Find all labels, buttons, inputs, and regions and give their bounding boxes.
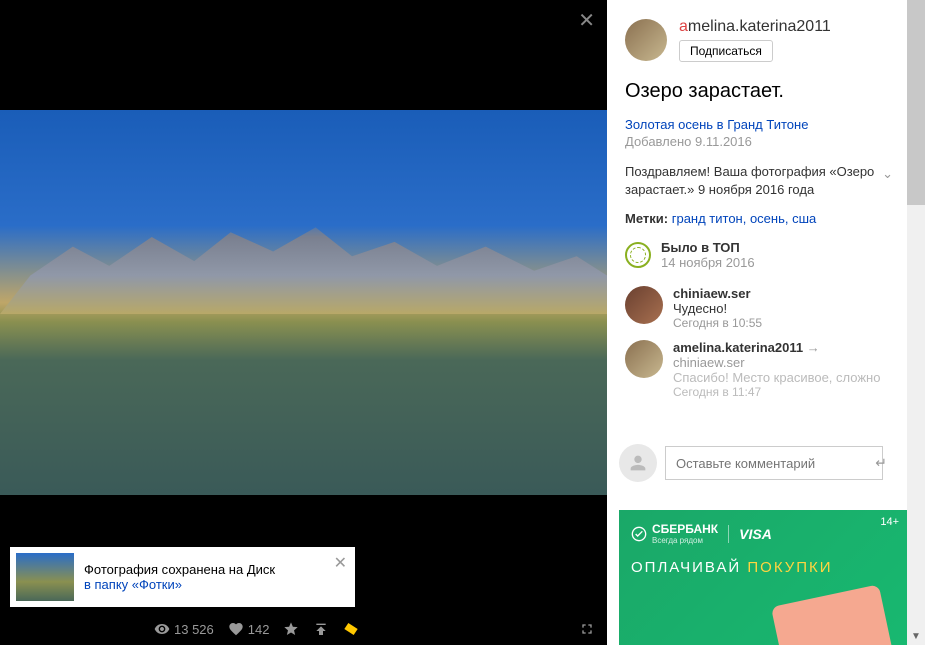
scroll-down-icon[interactable]: ▼	[907, 627, 925, 645]
comment-text: Спасибо! Место красивое, сложно	[673, 370, 880, 385]
comment-input[interactable]	[665, 446, 883, 480]
comment-time: Сегодня в 10:55	[673, 316, 762, 330]
comment-author[interactable]: chiniaew.ser	[673, 286, 762, 301]
comment-item: amelina.katerina2011 → chiniaew.ser Спас…	[625, 340, 893, 399]
tags-list[interactable]: гранд титон, осень, сша	[672, 211, 817, 226]
photo-toolbar: 13 526 142	[0, 613, 607, 645]
ad-age-label: 14+	[880, 516, 899, 528]
star-icon[interactable]	[283, 621, 299, 637]
disk-icon[interactable]	[343, 621, 359, 637]
heart-icon	[228, 621, 244, 637]
tags-row: Метки: гранд титон, осень, сша	[625, 211, 893, 226]
commenter-avatar[interactable]	[625, 340, 663, 378]
badge-date: 14 ноября 2016	[661, 255, 755, 270]
notification-thumbnail	[16, 553, 74, 601]
ad-headline: ОПЛАЧИВАЙ ПОКУПКИ	[631, 559, 895, 576]
photo-title: Озеро зарастает.	[625, 80, 893, 103]
comment-text: Чудесно!	[673, 301, 762, 316]
submit-comment-icon[interactable]: ↵	[875, 455, 887, 472]
notification-folder-link[interactable]: в папку «Фотки»	[84, 577, 349, 592]
author-avatar[interactable]	[625, 19, 667, 61]
album-link[interactable]: Золотая осень в Гранд Титоне	[625, 117, 893, 132]
likes-count: 142	[248, 622, 270, 637]
comment-item: chiniaew.ser Чудесно! Сегодня в 10:55	[625, 286, 893, 330]
main-photo[interactable]	[0, 110, 607, 495]
notification-title: Фотография сохранена на Диск	[84, 562, 349, 577]
sberbank-logo: СБЕРБАНК Всегда рядом	[631, 522, 718, 545]
photo-viewer: ✕ Фотография сохранена на Диск в папку «…	[0, 0, 607, 645]
date-added: Добавлено 9.11.2016	[625, 134, 893, 149]
comment-input-row: ↵	[619, 440, 895, 486]
tags-label: Метки:	[625, 211, 668, 226]
close-icon[interactable]: ✕	[578, 8, 595, 33]
person-icon	[627, 452, 649, 474]
top-badge: Было в ТОП 14 ноября 2016	[625, 240, 893, 270]
comment-reply-to[interactable]: chiniaew.ser	[673, 355, 880, 370]
fullscreen-icon[interactable]	[579, 621, 595, 637]
subscribe-button[interactable]: Подписаться	[679, 40, 773, 62]
views-count: 13 526	[174, 622, 214, 637]
wreath-icon	[625, 242, 651, 268]
scrollbar[interactable]: ▲ ▼	[907, 0, 925, 645]
commenter-avatar[interactable]	[625, 286, 663, 324]
badge-title: Было в ТОП	[661, 240, 755, 255]
scroll-thumb[interactable]	[907, 0, 925, 205]
visa-logo: VISA	[739, 526, 772, 542]
chevron-down-icon[interactable]: ⌄	[882, 165, 893, 183]
share-icon[interactable]	[313, 621, 329, 637]
advertisement[interactable]: 14+ СБЕРБАНК Всегда рядом VISA ОПЛАЧИВАЙ…	[619, 510, 907, 645]
notification-close-icon[interactable]: ✕	[334, 553, 347, 573]
author-username[interactable]: amelina.katerina2011	[679, 18, 831, 36]
views-stat: 13 526	[154, 621, 214, 637]
author-block: amelina.katerina2011 Подписаться	[625, 18, 893, 62]
comment-author[interactable]: amelina.katerina2011	[673, 340, 803, 355]
congrats-text: Поздравляем! Ваша фотография «Озеро зара…	[625, 163, 893, 199]
likes-stat[interactable]: 142	[228, 621, 270, 637]
ad-card-graphic	[771, 584, 893, 645]
info-panel: amelina.katerina2011 Подписаться Озеро з…	[607, 0, 907, 645]
eye-icon	[154, 621, 170, 637]
user-avatar-placeholder	[619, 444, 657, 482]
save-notification: Фотография сохранена на Диск в папку «Фо…	[10, 547, 355, 607]
comment-time: Сегодня в 11:47	[673, 385, 880, 399]
